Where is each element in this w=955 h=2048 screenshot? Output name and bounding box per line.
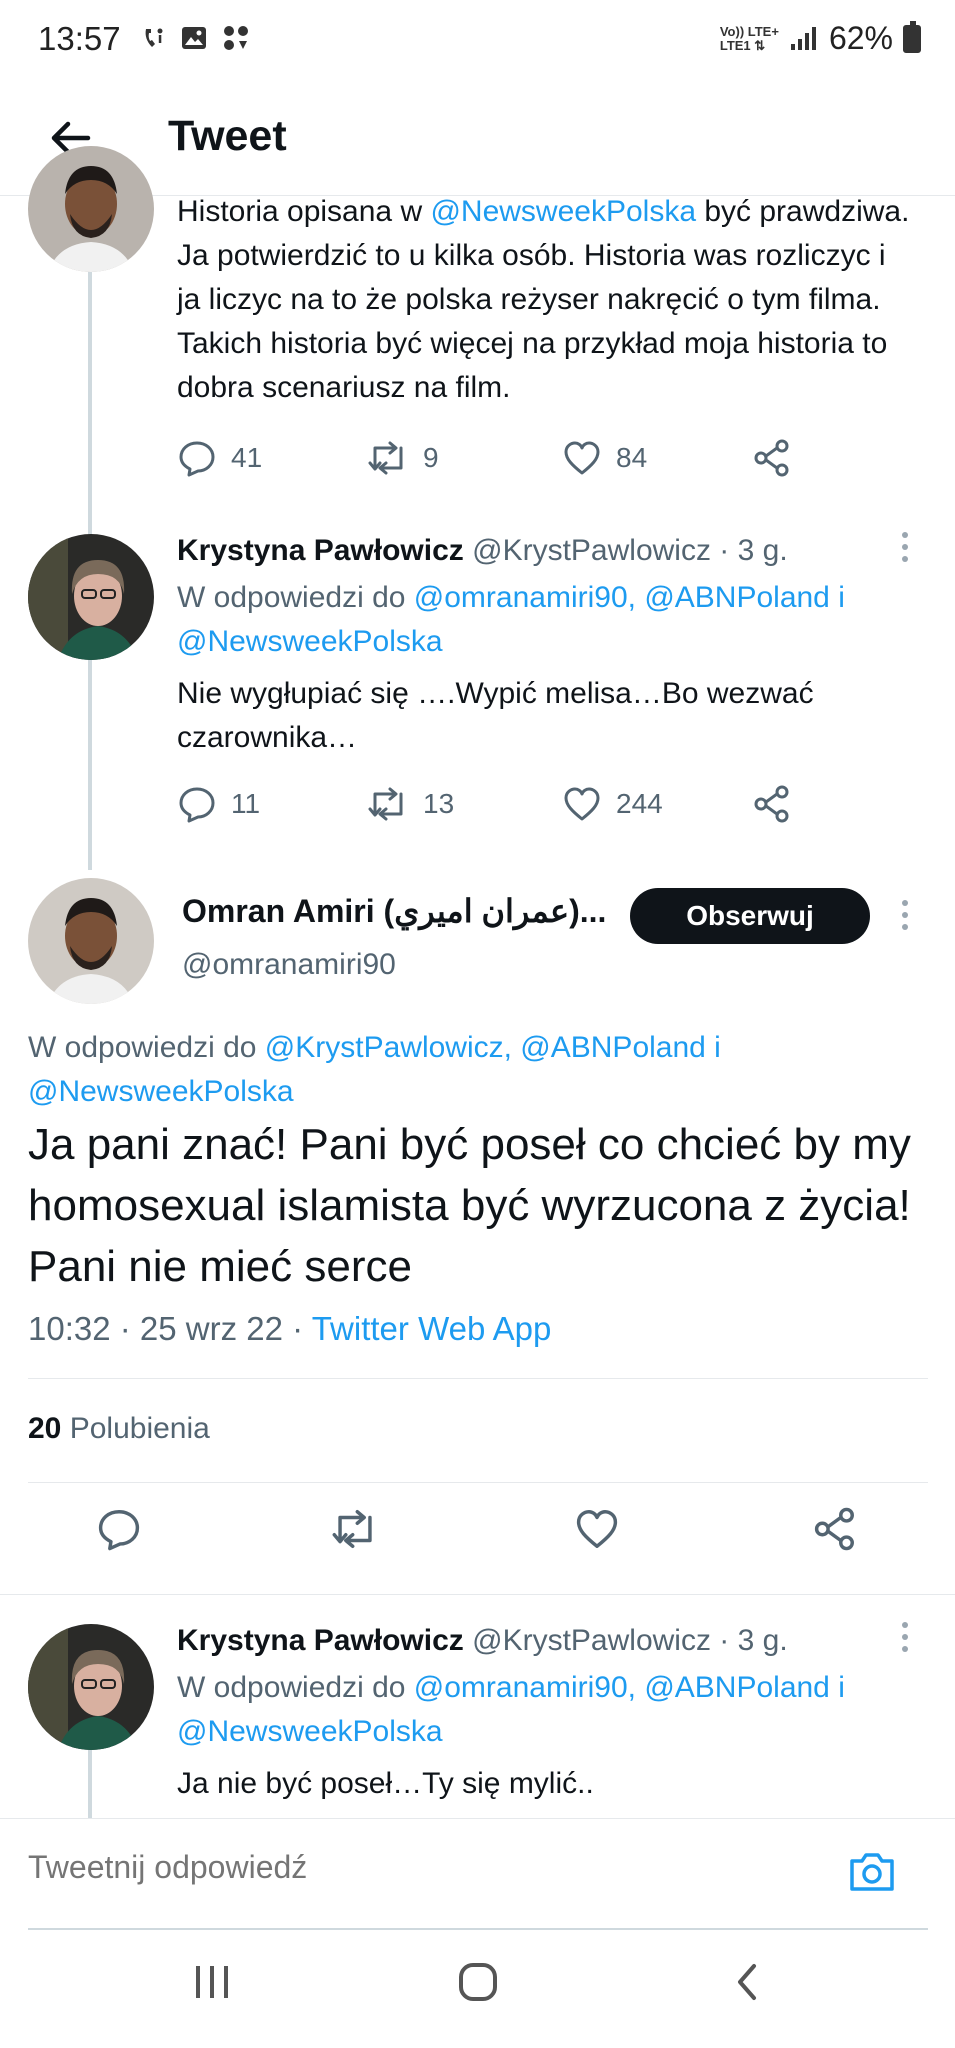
home-icon [459,1963,497,2001]
tweet-time: · 3 g. [719,534,788,567]
author-handle[interactable]: @KrystPawlowicz [472,534,711,567]
reply-button[interactable]: 41 [177,438,367,478]
reply-icon [98,1510,140,1551]
avatar[interactable] [28,534,154,660]
author-handle[interactable]: @omranamiri90 [182,948,396,982]
notification-icons [140,24,250,52]
battery-percent: 62% [828,20,893,56]
author-name[interactable]: Omran Amiri (عمران اميري)... [182,892,606,930]
more-options-button[interactable] [895,532,915,562]
like-count: 244 [616,788,663,819]
apps-icon [224,26,248,50]
home-button[interactable] [456,1962,500,2007]
status-time: 13:57 [38,20,121,57]
tweet-actions: 41 9 84 [177,438,792,478]
share-button[interactable] [752,784,792,824]
share-button[interactable] [812,1506,858,1557]
tweet-text-part: Historia opisana w [177,195,431,228]
chevron-left-icon [738,1964,756,2000]
reply-button[interactable] [96,1506,142,1557]
reply-context: W odpowiedzi do @KrystPawlowicz, @ABNPol… [28,1026,908,1114]
reply-count: 41 [231,442,263,473]
heart-icon [564,441,600,475]
divider [28,1378,928,1379]
like-button[interactable] [574,1506,620,1557]
signal-icon [790,26,816,50]
likes-summary[interactable]: 20 Polubienia [28,1412,210,1446]
retweet-icon [368,787,403,821]
retweet-count: 9 [423,442,439,473]
like-button[interactable]: 84 [562,438,752,478]
reply-to-label: W odpowiedzi do [177,581,414,614]
share-icon [754,439,789,477]
heart-icon [564,787,600,821]
network-bottom: LTE1 ⇅ [719,37,766,53]
tweet-header: Krystyna Pawłowicz @KrystPawlowicz · 3 g… [177,1624,788,1658]
author-name[interactable]: Krystyna Pawłowicz [177,534,464,567]
reply-to-label: W odpowiedzi do [28,1031,265,1064]
reply-composer [0,1818,955,1930]
more-options-button[interactable] [895,900,915,930]
tweet-header: Krystyna Pawłowicz @KrystPawlowicz · 3 g… [177,534,788,568]
divider [28,1482,928,1483]
retweet-icon [332,1510,372,1548]
network-top: Vo)) LTE+ [719,23,779,39]
tweet-meta: 10:32 · 25 wrz 22 · Twitter Web App [28,1310,551,1348]
like-button[interactable]: 244 [562,784,752,824]
main-tweet-avatar[interactable] [28,878,154,1004]
tweet-time: · 3 g. [719,1624,788,1657]
tweet-text: Nie wygłupiać się ….Wypić melisa…Bo wezw… [177,677,814,754]
share-icon [814,1507,854,1551]
main-tweet-actions [0,1506,955,1574]
reply-button[interactable]: 11 [177,784,367,824]
camera-icon [850,1853,894,1891]
recent-apps-button[interactable] [190,1962,234,2007]
avatar[interactable] [28,146,154,272]
divider [0,1594,955,1595]
status-right: Vo)) LTE+ LTE1 ⇅ 62% [720,20,921,57]
tweet-actions: 11 13 244 [177,784,792,824]
author-handle[interactable]: @KrystPawlowicz [472,1624,711,1657]
back-nav-button[interactable] [728,1962,768,2007]
system-nav-bar [0,1930,955,2048]
reply-input[interactable] [28,1849,828,1886]
gallery-icon [182,27,206,49]
retweet-icon [368,441,403,475]
recent-apps-icon [196,1966,228,1998]
share-button[interactable] [752,438,792,478]
likes-label: Polubienia [69,1412,210,1445]
retweet-button[interactable]: 13 [367,784,562,824]
tweet-text: Historia opisana w @NewsweekPolska być p… [177,190,917,410]
reply-icon [179,787,215,823]
heart-icon [576,1510,618,1548]
thread-line [88,1750,92,1820]
author-name[interactable]: Krystyna Pawłowicz [177,1624,464,1657]
avatar[interactable] [28,1624,154,1750]
like-count: 84 [616,442,648,473]
reply-to-label: W odpowiedzi do [177,1671,414,1704]
status-bar: 13:57 Vo)) LTE+ LTE1 ⇅ 62% [0,0,955,84]
retweet-button[interactable] [330,1506,380,1557]
likes-count: 20 [28,1412,62,1445]
tweet-text: Ja nie być poseł…Ty się mylić.. [177,1767,594,1800]
network-indicator: Vo)) LTE+ LTE1 ⇅ [719,23,779,53]
tweet-source-link[interactable]: Twitter Web App [312,1310,552,1347]
more-options-button[interactable] [895,1622,915,1652]
missed-call-icon [145,28,163,47]
reply-count: 11 [231,788,261,819]
follow-button[interactable]: Obserwuj [630,888,870,944]
tweet-timestamp: 10:32 · 25 wrz 22 · [28,1310,312,1347]
mention-link[interactable]: @NewsweekPolska [430,195,696,228]
retweet-button[interactable]: 9 [367,438,562,478]
retweet-count: 13 [423,788,455,819]
reply-context: W odpowiedzi do @omranamiri90, @ABNPolan… [177,576,917,664]
reply-context: W odpowiedzi do @omranamiri90, @ABNPolan… [177,1666,917,1754]
reply-icon [179,441,215,477]
main-tweet-text: Ja pani znać! Pani być poseł co chcieć b… [28,1120,911,1291]
share-icon [754,785,789,823]
battery-icon [903,20,921,53]
page-title: Tweet [168,112,287,160]
camera-button[interactable] [847,1849,897,1900]
